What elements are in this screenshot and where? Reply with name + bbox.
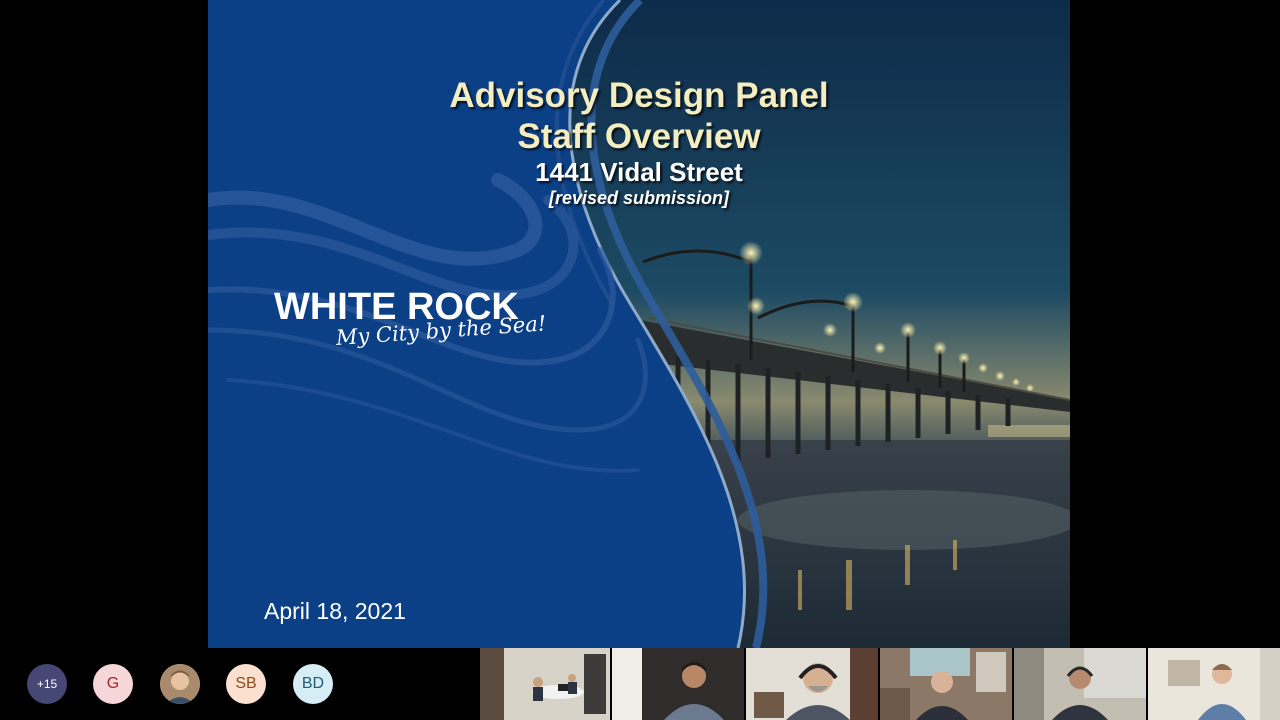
slide-date: April 18, 2021	[264, 598, 406, 624]
participant-video-tile[interactable]	[746, 648, 878, 720]
participant-video	[746, 648, 878, 720]
participant-video-tile[interactable]	[612, 648, 744, 720]
participant-avatar-sb[interactable]: SB	[226, 664, 266, 704]
slide-address: 1441 Vidal Street	[535, 157, 743, 187]
participant-video	[1148, 648, 1280, 720]
slide-title-line-1: Advisory Design Panel	[449, 76, 829, 115]
slide-subnote: [revised submission]	[548, 188, 730, 208]
participant-video	[612, 648, 744, 720]
participant-video-tile[interactable]	[880, 648, 1012, 720]
white-rock-logo: WHITE ROCK My City by the Sea!	[274, 286, 564, 376]
slide-title-line-2: Staff Overview	[517, 117, 761, 156]
participant-avatar-bd[interactable]: BD	[293, 664, 333, 704]
participant-video	[880, 648, 1012, 720]
participant-video	[1014, 648, 1146, 720]
person-photo-icon	[160, 664, 200, 704]
participant-avatar-g[interactable]: G	[93, 664, 133, 704]
meeting-room-video	[480, 648, 610, 720]
shared-presentation-slide: Advisory Design Panel Staff Overview 144…	[208, 0, 1070, 648]
more-participants-button[interactable]: +15	[27, 664, 67, 704]
participant-video-tile[interactable]	[480, 648, 610, 720]
participant-video-tile[interactable]	[1148, 648, 1280, 720]
participant-avatar-photo[interactable]	[160, 664, 200, 704]
participant-video-tile[interactable]	[1014, 648, 1146, 720]
